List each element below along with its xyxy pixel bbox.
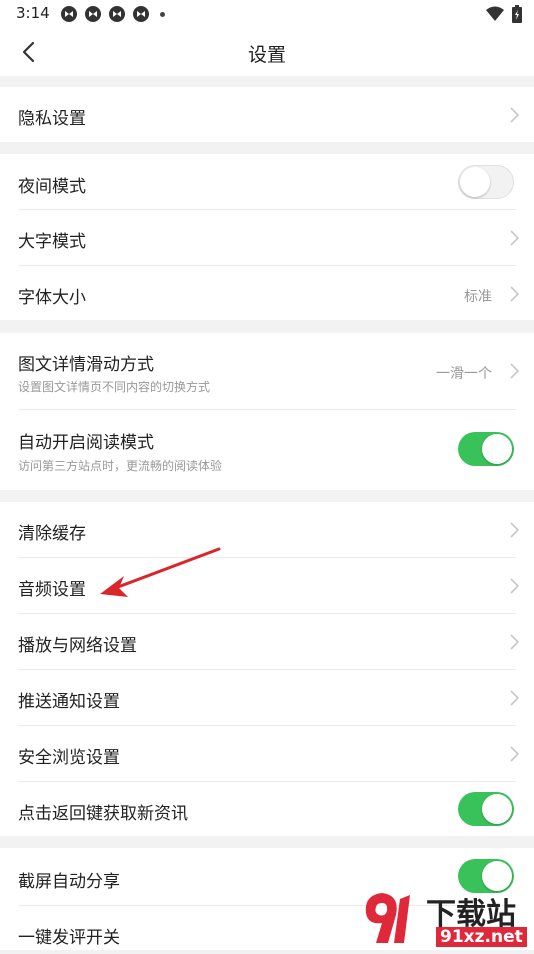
more-notifications-dot <box>160 11 165 17</box>
night-mode-toggle[interactable] <box>458 165 514 199</box>
status-time: 3:14 <box>16 4 50 22</box>
row-label: 安全浏览设置 <box>18 748 120 768</box>
chevron-right-icon <box>510 230 520 246</box>
app-notification-icon <box>109 6 125 22</box>
reading-mode-toggle[interactable] <box>458 432 514 466</box>
status-bar: 3:14 <box>0 0 534 28</box>
section-privacy: 隐私设置 <box>0 87 534 142</box>
notification-icons <box>60 5 165 23</box>
large-text-mode-item[interactable]: 大字模式 <box>0 210 534 265</box>
font-size-item[interactable]: 字体大小 标准 <box>0 266 534 320</box>
row-label: 截屏自动分享 <box>18 872 120 892</box>
row-label: 点击返回键获取新资讯 <box>18 804 188 824</box>
app-notification-icon <box>85 6 101 22</box>
system-icons <box>486 5 522 23</box>
night-mode-item[interactable]: 夜间模式 <box>0 154 534 209</box>
row-label: 音频设置 <box>18 580 86 600</box>
chevron-right-icon <box>510 634 520 650</box>
app-notification-icon <box>133 6 149 22</box>
row-label: 播放与网络设置 <box>18 636 137 656</box>
row-subtitle: 设置图文详情页不同内容的切换方式 <box>18 380 211 394</box>
font-size-value: 标准 <box>464 289 492 305</box>
row-label: 字体大小 <box>18 288 86 308</box>
chevron-right-icon <box>510 578 520 594</box>
chevron-right-icon <box>510 107 520 123</box>
swipe-mode-value: 一滑一个 <box>436 366 492 382</box>
row-label: 推送通知设置 <box>18 692 120 712</box>
chevron-right-icon <box>510 363 520 379</box>
back-refresh-toggle[interactable] <box>458 792 514 826</box>
toggle-knob <box>482 794 512 824</box>
chevron-right-icon <box>510 522 520 538</box>
toggle-knob <box>482 434 512 464</box>
chevron-right-icon <box>510 690 520 706</box>
row-label: 自动开启阅读模式 <box>18 433 154 453</box>
row-subtitle: 访问第三方站点时，更流畅的阅读体验 <box>18 459 223 473</box>
page-title: 设置 <box>247 44 286 66</box>
row-label: 隐私设置 <box>18 109 86 129</box>
privacy-settings-item[interactable]: 隐私设置 <box>0 87 534 142</box>
row-label: 图文详情滑动方式 <box>18 355 154 375</box>
swipe-mode-item[interactable]: 图文详情滑动方式 设置图文详情页不同内容的切换方式 一滑一个 <box>0 333 534 409</box>
section-display: 夜间模式 大字模式 字体大小 标准 <box>0 154 534 320</box>
chevron-right-icon <box>510 286 520 302</box>
section-general: 清除缓存 音频设置 播放与网络设置 推送通知设置 安全浏览设置 点击返回键获取新… <box>0 502 534 836</box>
row-label: 夜间模式 <box>18 177 86 197</box>
watermark-url: 91xz.net <box>436 927 527 947</box>
safe-browsing-item[interactable]: 安全浏览设置 <box>0 726 534 781</box>
battery-icon <box>512 5 522 23</box>
app-notification-icon <box>61 6 77 22</box>
row-label: 清除缓存 <box>18 524 86 544</box>
wifi-icon <box>486 6 504 21</box>
clear-cache-item[interactable]: 清除缓存 <box>0 502 534 557</box>
section-reading: 图文详情滑动方式 设置图文详情页不同内容的切换方式 一滑一个 自动开启阅读模式 … <box>0 333 534 490</box>
reading-mode-item[interactable]: 自动开启阅读模式 访问第三方站点时，更流畅的阅读体验 <box>0 410 534 490</box>
push-notification-item[interactable]: 推送通知设置 <box>0 670 534 725</box>
chevron-right-icon <box>510 746 520 762</box>
audio-settings-item[interactable]: 音频设置 <box>0 558 534 613</box>
row-label: 大字模式 <box>18 232 86 252</box>
playback-network-item[interactable]: 播放与网络设置 <box>0 614 534 669</box>
watermark-logo: 下载站 91xz.net <box>360 885 534 950</box>
nav-bar: 设置 <box>0 28 534 76</box>
back-refresh-item[interactable]: 点击返回键获取新资讯 <box>0 782 534 836</box>
toggle-knob <box>460 167 490 197</box>
row-label: 一键发评开关 <box>18 928 120 948</box>
